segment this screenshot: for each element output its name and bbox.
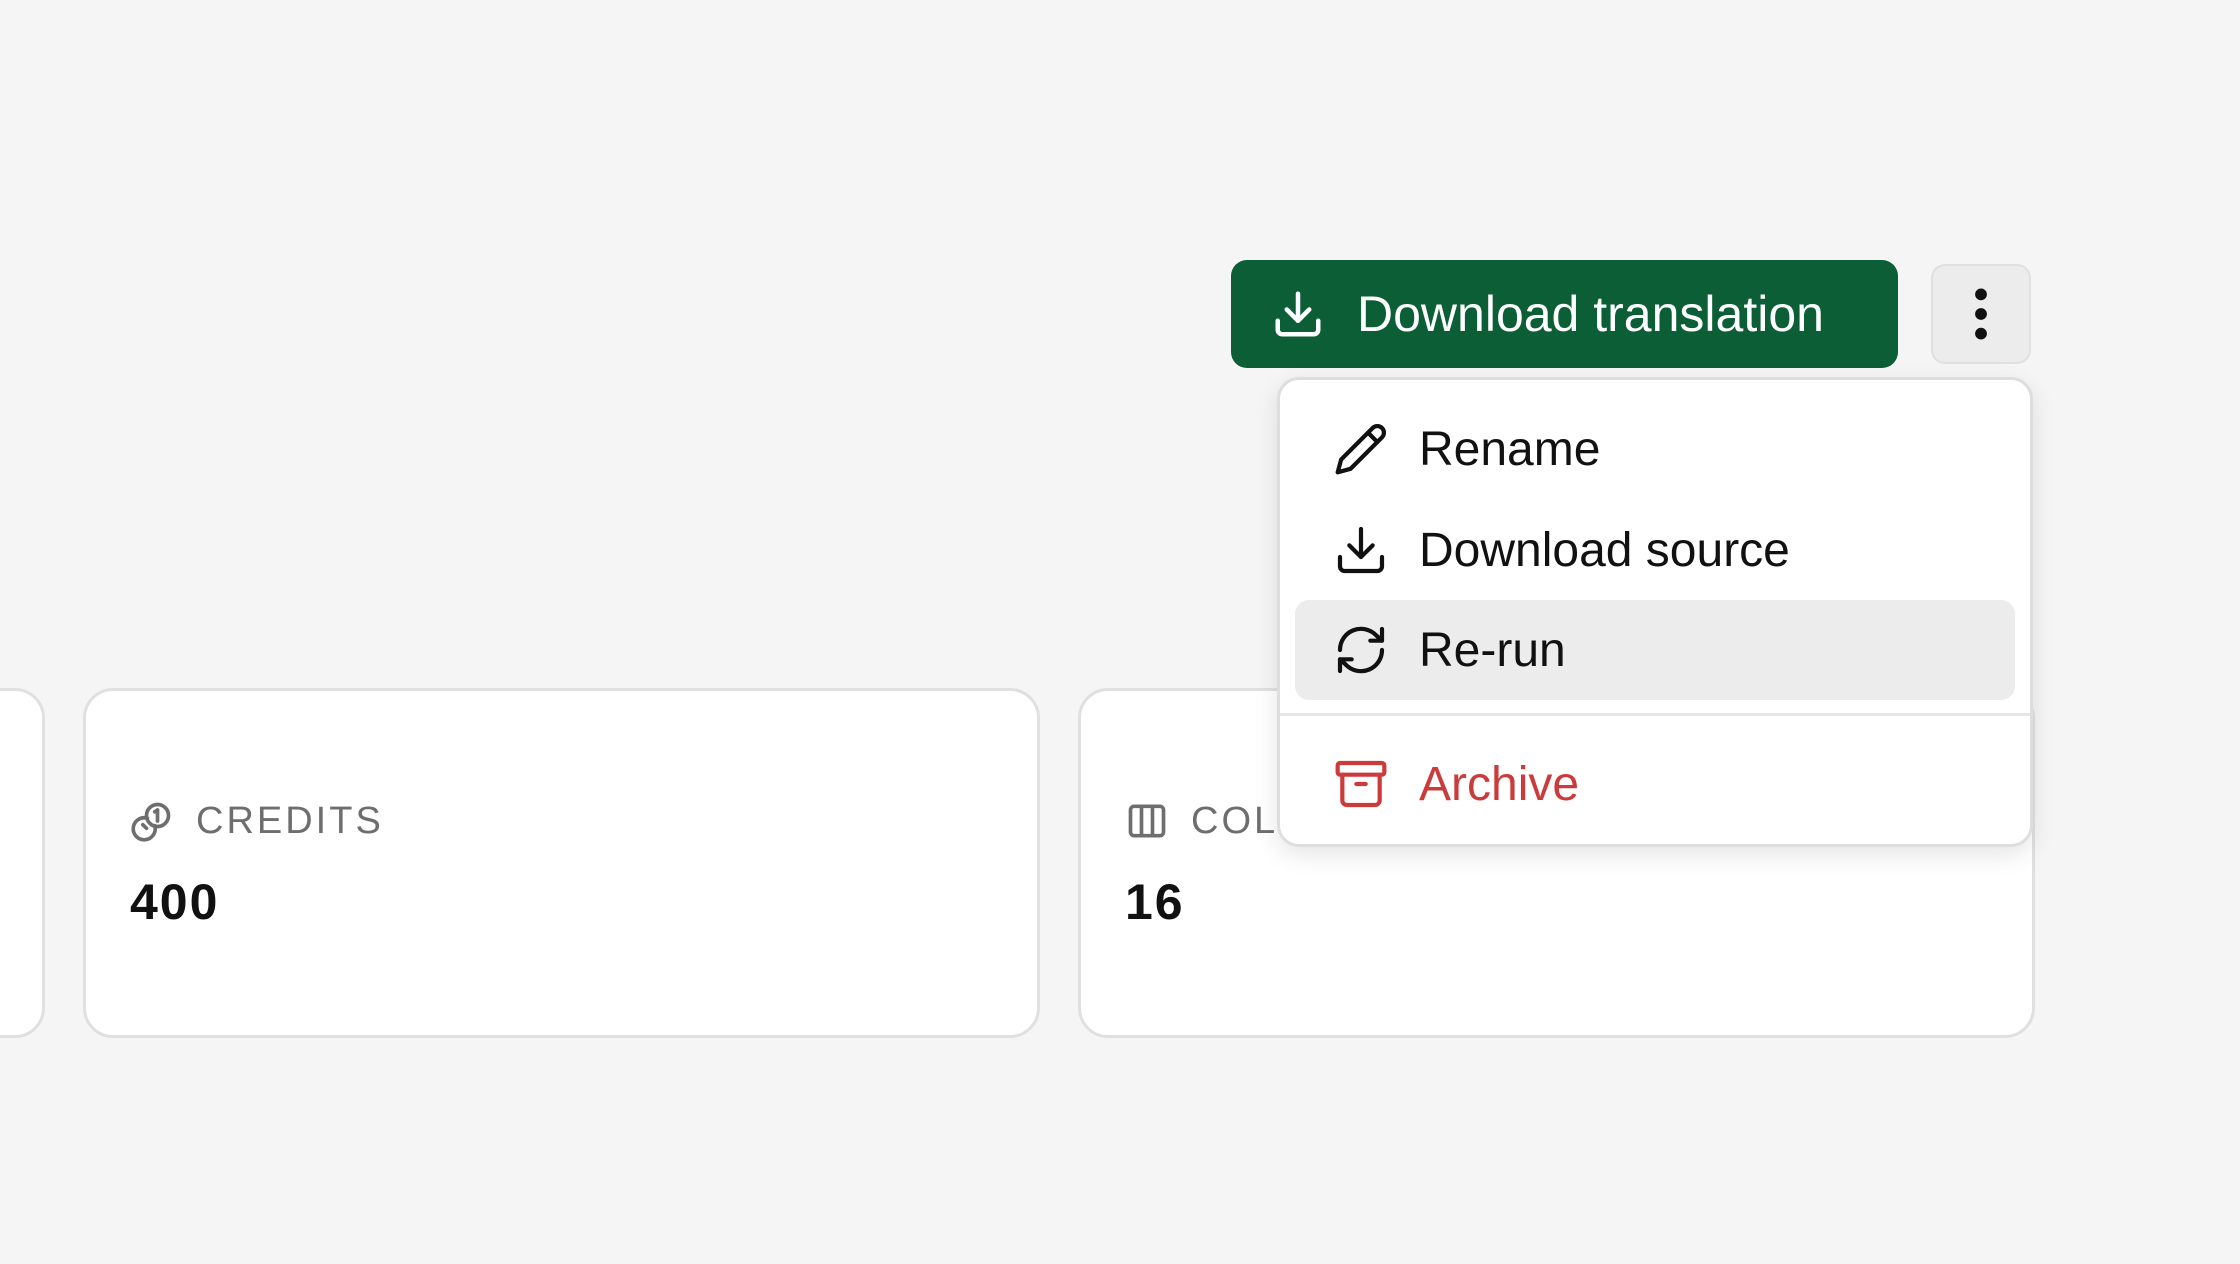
download-translation-button[interactable]: Download translation (1231, 260, 1898, 368)
columns-icon (1125, 799, 1169, 843)
menu-item-archive[interactable]: Archive (1295, 734, 2015, 834)
menu-item-label: Download source (1419, 523, 1790, 577)
more-vertical-icon (1975, 288, 1987, 340)
menu-item-rerun[interactable]: Re-run (1295, 600, 2015, 700)
more-options-button[interactable] (1931, 264, 2031, 364)
menu-item-label: Rename (1419, 422, 1601, 476)
menu-item-download-source[interactable]: Download source (1295, 500, 2015, 600)
menu-item-label: Re-run (1419, 623, 1566, 677)
menu-divider (1280, 713, 2030, 716)
stat-card-credits: CREDITS 400 (83, 688, 1040, 1038)
refresh-icon (1333, 622, 1389, 678)
stat-card-partial (0, 688, 45, 1038)
archive-icon (1333, 756, 1389, 812)
download-translation-label: Download translation (1357, 286, 1824, 342)
download-icon (1271, 287, 1325, 341)
menu-item-rename[interactable]: Rename (1295, 399, 2015, 499)
stat-label-row: CREDITS (130, 799, 384, 843)
credits-value: 400 (130, 874, 220, 930)
more-options-menu: Rename Download source Re-run Archive (1277, 377, 2033, 847)
page: Download translation CREDITS 400 COLU 16… (0, 0, 2240, 1264)
download-icon (1333, 522, 1389, 578)
coins-icon (130, 799, 174, 843)
pencil-icon (1333, 421, 1389, 477)
credits-label: CREDITS (196, 799, 384, 842)
columns-value: 16 (1125, 874, 1185, 930)
menu-item-label: Archive (1419, 757, 1580, 811)
